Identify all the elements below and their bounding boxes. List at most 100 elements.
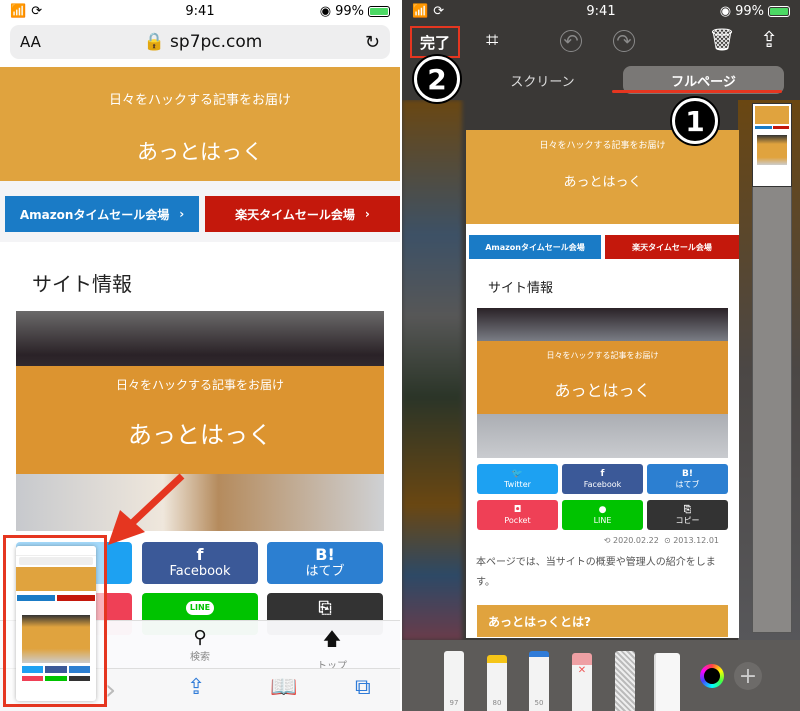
photo-tagline: 日々をハックする記事をお届け xyxy=(115,378,284,392)
screenshot-thumbnail-highlight xyxy=(3,535,107,707)
background-blur xyxy=(402,100,462,640)
published-date: 2013.12.01 xyxy=(673,536,719,545)
step-1-badge: 1 xyxy=(672,98,718,144)
ruler-tool[interactable] xyxy=(654,653,680,711)
doc-share-grid: 🐦 Twitter f Facebook B! はてブ ◘ Pocket ● LINE ⎘ コピー xyxy=(477,464,728,530)
tabs-button[interactable]: ⧉ xyxy=(355,675,371,700)
updated-date: 2020.02.22 xyxy=(613,536,659,545)
marker-tool-label: 80 xyxy=(492,699,502,707)
doc-photo-title: あっとはっく xyxy=(554,381,651,400)
doc-share-button: ⎘ コピー xyxy=(647,500,728,530)
pencil-tool[interactable]: 50 xyxy=(529,651,549,711)
red-underline-annotation xyxy=(612,90,782,93)
photo-title: あっとはっく xyxy=(128,421,272,449)
crop-icon[interactable]: ⌗ xyxy=(486,28,498,53)
share-icon: f xyxy=(600,468,605,479)
share-label: Twitter xyxy=(504,479,531,489)
chevron-right-icon: › xyxy=(179,207,185,221)
share-icon: ◘ xyxy=(513,504,522,515)
sync-icon: ⟳ xyxy=(31,3,43,19)
battery-percent: 99% xyxy=(735,3,764,19)
update-icon: ⟲ xyxy=(603,536,611,545)
arrow-up-icon: 🡅 xyxy=(322,629,342,650)
facebook-icon: f xyxy=(196,545,204,565)
share-icon: B! xyxy=(682,468,693,479)
amazon-sale-label: Amazonタイムセール会場 xyxy=(19,207,170,222)
doc-eyecatch-image: 日々をハックする記事をお届け あっとはっく xyxy=(477,308,728,458)
doc-rakuten-sale-button: 楽天タイムセール会場 xyxy=(605,235,739,259)
hatena-label: はてブ xyxy=(305,563,345,579)
done-button[interactable]: 完了 xyxy=(410,26,460,58)
doc-intro: 本ページでは、当サイトの概要や管理人の紹介をします。 xyxy=(476,557,716,588)
drawing-tools-tray: 97 80 50 ✕ + xyxy=(402,640,800,711)
color-picker[interactable] xyxy=(700,664,724,688)
search-nav-label: 検索 xyxy=(190,652,210,663)
doc-title: あっとはっく xyxy=(563,175,642,190)
share-label: はてブ xyxy=(675,479,700,489)
hatena-share-button[interactable]: B! はてブ xyxy=(267,542,383,584)
battery-percent: 99% xyxy=(335,3,364,19)
top-nav-button[interactable]: 🡅 トップ xyxy=(312,627,352,672)
lock-icon: 🔒 xyxy=(143,32,165,52)
doc-share-button: f Facebook xyxy=(562,464,643,494)
markup-panel: 📶 ⟳ 9:41 ◉ 99% 完了 ⌗ ↶ ↷ 🗑 ⇪ スクリーン フルページ 日々… xyxy=(402,0,800,711)
orientation-lock-icon: ◉ xyxy=(319,3,332,19)
search-nav-button[interactable]: ⚲ 検索 xyxy=(180,627,220,663)
page-scroller[interactable] xyxy=(752,103,792,633)
full-page-preview: 日々をハックする記事をお届け あっとはっく Amazonタイムセール会場 楽天タ… xyxy=(466,130,739,638)
pen-tool-label: 97 xyxy=(449,699,459,707)
undo-icon[interactable]: ↶ xyxy=(560,30,582,52)
doc-share-button: ● LINE xyxy=(562,500,643,530)
doc-share-button: B! はてブ xyxy=(647,464,728,494)
trash-icon[interactable]: 🗑 xyxy=(708,28,736,53)
text-size-button[interactable]: AA xyxy=(20,33,41,51)
rakuten-sale-button[interactable]: 楽天タイムセール会場 › xyxy=(205,196,400,232)
page-scroller-viewport[interactable] xyxy=(753,104,791,186)
marker-tool[interactable]: 80 xyxy=(487,655,507,711)
site-header[interactable]: 日々をハックする記事をお届け あっとはっく xyxy=(0,67,400,181)
doc-photo-tagline: 日々をハックする記事をお届け xyxy=(546,351,659,360)
share-button[interactable]: ⇪ xyxy=(187,675,205,700)
lasso-tool[interactable] xyxy=(615,651,635,711)
bookmarks-button[interactable]: 📖 xyxy=(270,675,297,700)
screenshot-thumbnail[interactable] xyxy=(16,546,96,701)
share-icon: ⎘ xyxy=(683,504,692,515)
add-button[interactable]: + xyxy=(734,662,762,690)
chevron-right-icon: › xyxy=(364,207,370,221)
doc-share-button: 🐦 Twitter xyxy=(477,464,558,494)
eraser-tool[interactable]: ✕ xyxy=(572,653,592,711)
safari-panel: 📶 ⟳ 9:41 ◉ 99% AA 🔒 sp7pc.com ↻ 日々をハックする記事… xyxy=(0,0,400,711)
eyecatch-image: 日々をハックする記事をお届け あっとはっく xyxy=(16,311,384,531)
site-title: あっとはっく xyxy=(137,140,263,164)
hatena-icon: B! xyxy=(315,545,335,565)
share-label: コピー xyxy=(675,515,700,525)
wifi-icon: 📶 xyxy=(10,3,27,19)
battery-icon xyxy=(368,5,390,17)
share-icon: ● xyxy=(598,504,607,515)
facebook-label: Facebook xyxy=(169,563,231,579)
tab-screen[interactable]: スクリーン xyxy=(462,66,623,94)
redo-icon[interactable]: ↷ xyxy=(613,30,635,52)
amazon-sale-button[interactable]: Amazonタイムセール会場 › xyxy=(5,196,199,232)
share-icon: 🐦 xyxy=(511,468,524,479)
share-label: Facebook xyxy=(583,479,622,489)
status-bar: 📶 ⟳ 9:41 ◉ 99% xyxy=(402,0,800,22)
share-label: Pocket xyxy=(504,515,531,525)
orientation-lock-icon: ◉ xyxy=(719,3,732,19)
section-heading: サイト情報 xyxy=(32,272,132,296)
pen-tool[interactable]: 97 xyxy=(444,651,464,711)
share-icon[interactable]: ⇪ xyxy=(760,28,778,53)
reload-icon[interactable]: ↻ xyxy=(365,32,380,53)
battery-icon xyxy=(768,5,790,17)
doc-subheading: あっとはっくとは? xyxy=(477,605,728,637)
site-tagline: 日々をハックする記事をお届け xyxy=(108,93,291,108)
red-arrow-annotation xyxy=(108,473,185,545)
doc-share-button: ◘ Pocket xyxy=(477,500,558,530)
clock-icon: ⊙ xyxy=(663,536,671,545)
search-icon: ⚲ xyxy=(193,627,207,648)
address-bar[interactable]: AA 🔒 sp7pc.com ↻ xyxy=(10,25,390,59)
step-2-badge: 2 xyxy=(414,56,460,102)
doc-amazon-sale-button: Amazonタイムセール会場 xyxy=(469,235,601,259)
pencil-tool-label: 50 xyxy=(534,699,544,707)
sync-icon: ⟳ xyxy=(433,3,445,19)
